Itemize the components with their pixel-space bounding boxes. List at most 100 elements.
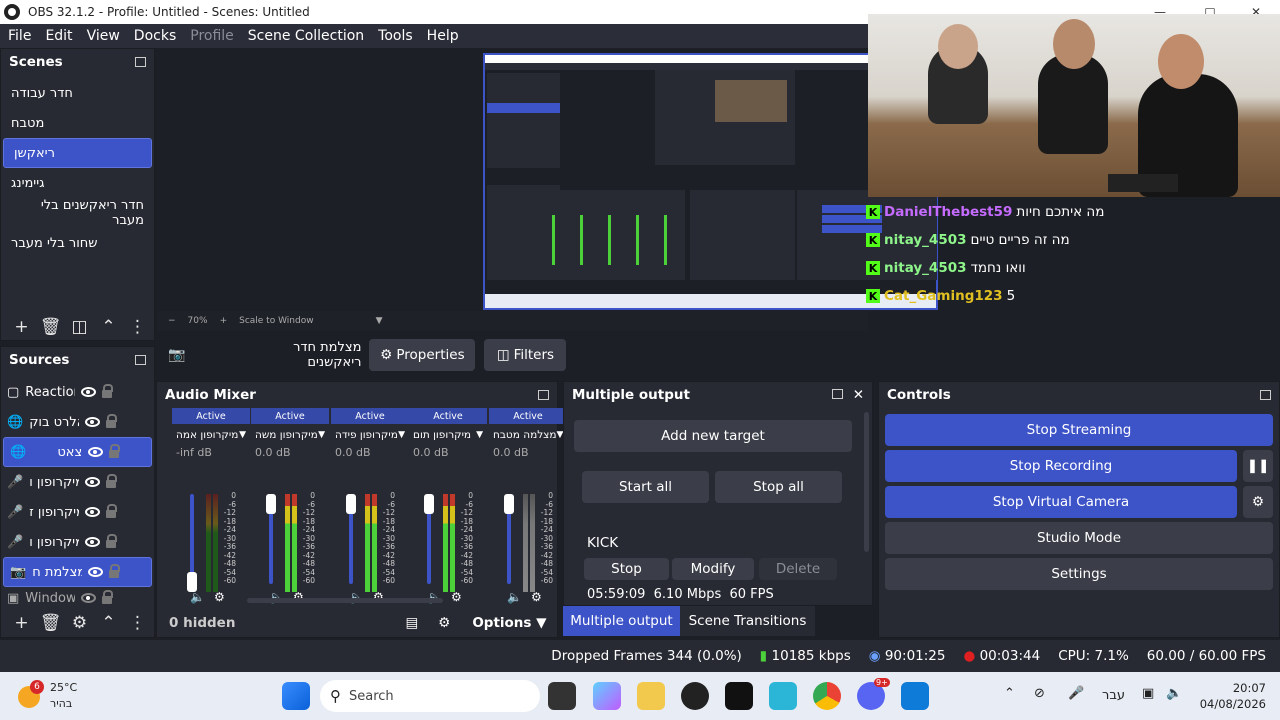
zoom-in-icon[interactable]: +: [220, 316, 228, 326]
weather-widget[interactable]: 6 25°C בהיר: [16, 680, 86, 712]
tab-multiple-output[interactable]: Multiple output: [563, 606, 680, 636]
menu-docks[interactable]: Docks: [126, 28, 182, 44]
notepad-icon[interactable]: [769, 682, 797, 710]
start-all-button[interactable]: Start all: [582, 471, 709, 503]
modify-button[interactable]: Modify: [672, 558, 754, 580]
mic-tray-icon[interactable]: 🎤: [1068, 686, 1084, 701]
menu-file[interactable]: File: [0, 28, 37, 44]
visibility-eye-icon[interactable]: [88, 447, 104, 457]
lock-icon[interactable]: [106, 504, 118, 518]
hidden-count[interactable]: 0 hidden: [169, 615, 235, 631]
scene-item[interactable]: שחור בלי מעבר: [1, 228, 154, 258]
channel-settings-icon[interactable]: ⚙: [214, 590, 225, 604]
menu-help[interactable]: Help: [419, 28, 465, 44]
lock-icon[interactable]: [102, 384, 114, 398]
undock-icon[interactable]: [831, 389, 843, 399]
undock-icon[interactable]: [135, 57, 146, 67]
channel-name[interactable]: מיקרופון תום ▼: [409, 424, 487, 446]
move-up-icon[interactable]: ⌃: [94, 611, 123, 635]
taskbar-search[interactable]: ⚲ Search: [320, 680, 540, 712]
source-item-selected[interactable]: 📷 מצלמת ח: [3, 557, 152, 587]
lock-icon[interactable]: [102, 590, 114, 604]
source-item-selected[interactable]: 🌐 צאט: [3, 437, 152, 467]
volume-fader-knob[interactable]: [424, 494, 434, 514]
volume-fader-track[interactable]: [190, 494, 194, 584]
clock[interactable]: 20:07 04/08/2026: [1196, 680, 1266, 712]
remove-scene-icon[interactable]: 🗑: [36, 315, 65, 339]
volume-fader-knob[interactable]: [346, 494, 356, 514]
undock-icon[interactable]: [135, 355, 146, 365]
menu-tools[interactable]: Tools: [370, 28, 419, 44]
ndi-icon[interactable]: [725, 682, 753, 710]
muted-speaker-icon[interactable]: 🔈: [507, 590, 522, 604]
hidden-eye-icon[interactable]: [81, 593, 97, 603]
options-button[interactable]: Options ▼: [472, 615, 546, 631]
remove-source-icon[interactable]: 🗑: [36, 611, 65, 635]
chevron-down-icon[interactable]: ▼: [376, 316, 383, 326]
volume-fader-knob[interactable]: [504, 494, 514, 514]
stop-all-button[interactable]: Stop all: [715, 471, 842, 503]
language-indicator[interactable]: עבר: [1102, 688, 1125, 703]
scene-item-selected[interactable]: ריאקשן: [3, 138, 152, 168]
lock-icon[interactable]: [109, 564, 121, 578]
menu-profile[interactable]: Profile: [182, 28, 240, 44]
channel-name[interactable]: מיקרופון משה ▼: [251, 424, 329, 446]
channel-settings-icon[interactable]: ⚙: [531, 590, 542, 604]
add-scene-icon[interactable]: +: [7, 315, 36, 339]
lock-icon[interactable]: [106, 474, 118, 488]
visibility-eye-icon[interactable]: [85, 507, 101, 517]
start-windows-icon[interactable]: [282, 682, 310, 710]
move-up-icon[interactable]: ⌃: [94, 315, 123, 339]
properties-button[interactable]: ⚙ Properties: [369, 339, 476, 371]
teamviewer-icon[interactable]: [901, 682, 929, 710]
channel-name[interactable]: מיקרופון פידה ▼: [331, 424, 409, 446]
stop-streaming-button[interactable]: Stop Streaming: [885, 414, 1273, 446]
volume-icon[interactable]: 🔈: [1166, 686, 1182, 701]
scene-item[interactable]: חדר ריאקשנים בלי מעבר: [1, 198, 154, 228]
source-item[interactable]: 🎤 מיקרופון ו: [1, 527, 154, 557]
visibility-eye-icon[interactable]: [85, 477, 101, 487]
scale-mode[interactable]: Scale to Window: [239, 316, 313, 326]
settings-button[interactable]: Settings: [885, 558, 1273, 590]
volume-fader-knob[interactable]: [187, 572, 197, 592]
task-view-icon[interactable]: [548, 682, 576, 710]
stop-recording-button[interactable]: Stop Recording: [885, 450, 1237, 482]
close-icon[interactable]: ✕: [853, 387, 864, 403]
scene-item[interactable]: מטבח: [1, 108, 154, 138]
menu-edit[interactable]: Edit: [37, 28, 78, 44]
scene-item[interactable]: חדר עבודה: [1, 78, 154, 108]
add-source-icon[interactable]: +: [7, 611, 36, 635]
virtual-camera-settings-button[interactable]: ⚙: [1243, 486, 1273, 518]
zoom-out-icon[interactable]: −: [168, 316, 176, 326]
source-item[interactable]: 🌐אלרט בוק: [1, 407, 154, 437]
lock-icon[interactable]: [106, 414, 118, 428]
lock-icon[interactable]: [109, 444, 121, 458]
more-options-icon[interactable]: ⋮: [123, 315, 152, 339]
channel-name[interactable]: מצלמה מטבח ▼: [489, 424, 567, 446]
chrome-icon[interactable]: [813, 682, 841, 710]
source-settings-icon[interactable]: ⚙: [65, 611, 94, 635]
pause-recording-button[interactable]: ❚❚: [1243, 450, 1273, 482]
channel-settings-icon[interactable]: ⚙: [451, 590, 462, 604]
source-item[interactable]: 🎤מיקרופון ז: [1, 497, 154, 527]
scrollbar[interactable]: [864, 412, 869, 552]
scene-filters-icon[interactable]: ◫: [65, 315, 94, 339]
file-explorer-icon[interactable]: [637, 682, 665, 710]
scene-item[interactable]: גיימינג: [1, 168, 154, 198]
layout-toggle-icon[interactable]: ▤: [405, 615, 418, 631]
delete-button[interactable]: Delete: [759, 558, 837, 580]
network-off-icon[interactable]: ⊘: [1034, 686, 1045, 701]
undock-icon[interactable]: [1260, 390, 1271, 400]
more-options-icon[interactable]: ⋮: [123, 611, 152, 635]
channel-name[interactable]: מיקרופון אמה ▼: [172, 424, 250, 446]
filters-button[interactable]: ◫ Filters: [484, 339, 567, 371]
menu-view[interactable]: View: [79, 28, 126, 44]
display-icon[interactable]: ▣: [1142, 686, 1154, 701]
preview-canvas[interactable]: K DanielThebest59 מה איתכם חיות Knitay_450…: [158, 14, 1280, 311]
source-item[interactable]: ▢Reaction: [1, 377, 154, 407]
visibility-eye-icon[interactable]: [88, 567, 104, 577]
stop-virtual-camera-button[interactable]: Stop Virtual Camera: [885, 486, 1237, 518]
visibility-eye-icon[interactable]: [85, 537, 101, 547]
speaker-icon[interactable]: 🔈: [190, 590, 205, 604]
volume-fader-knob[interactable]: [266, 494, 276, 514]
